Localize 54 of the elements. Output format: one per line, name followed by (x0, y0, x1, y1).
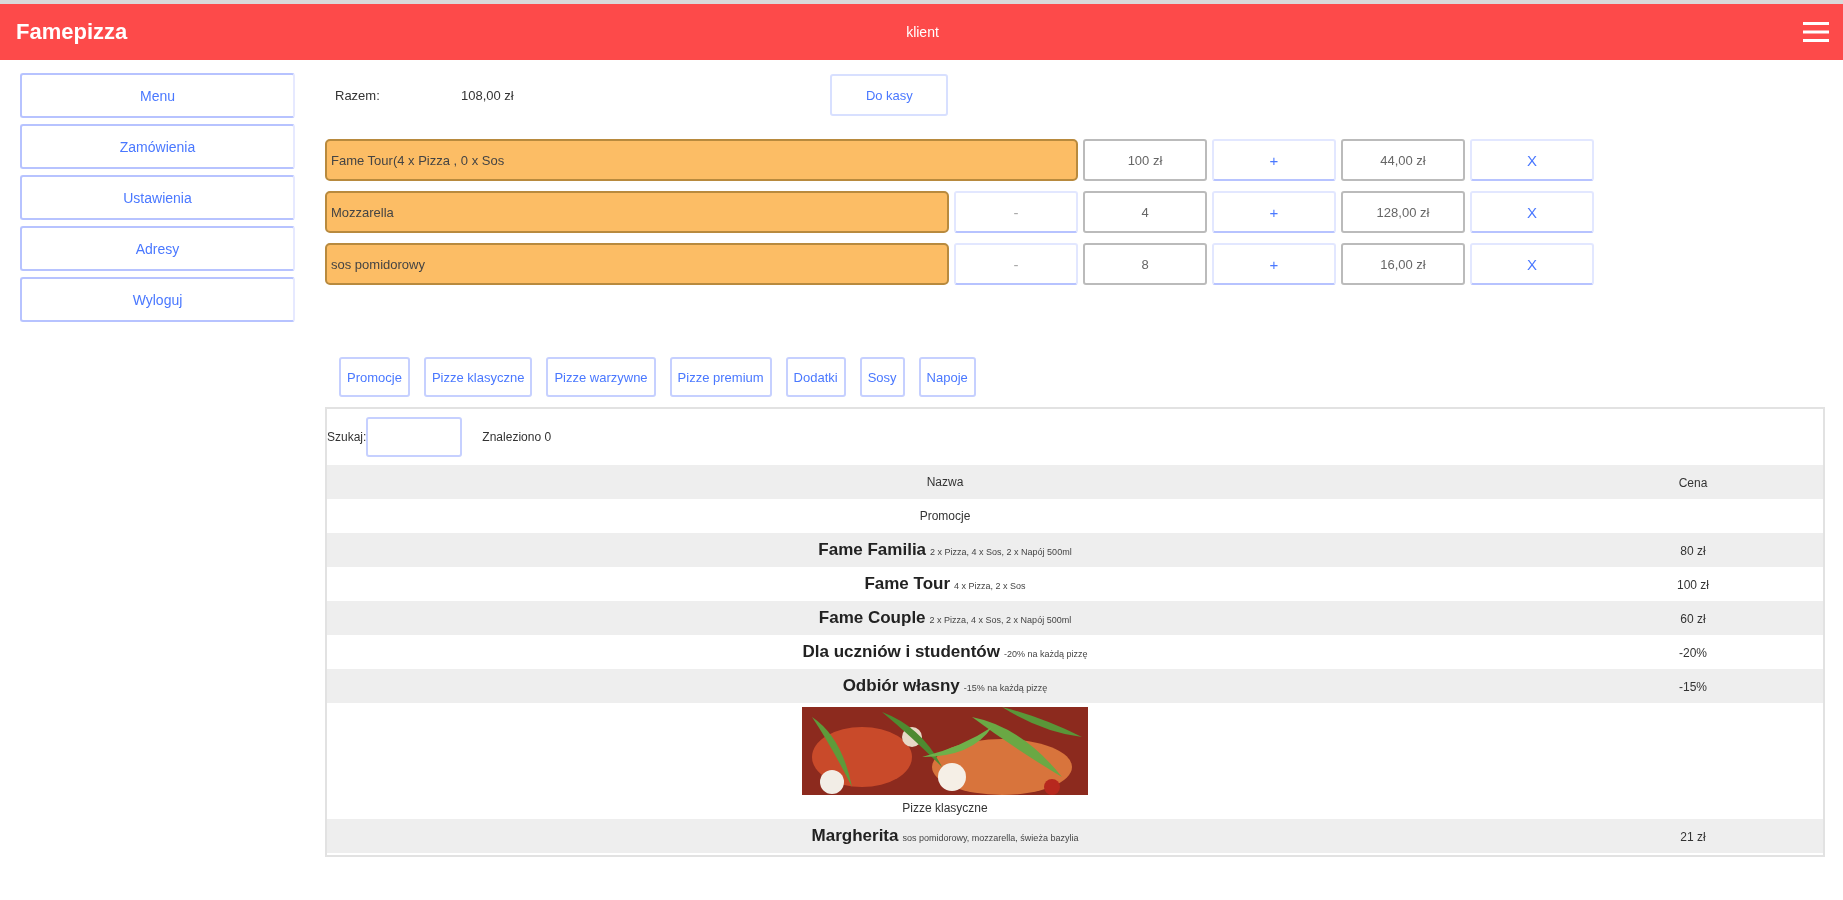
category-button[interactable]: Pizze warzywne (546, 357, 656, 397)
quantity-cell: 100 zł (1083, 139, 1207, 181)
cart-item-name: sos pomidorowy (325, 243, 949, 285)
cart-item-name: Mozzarella (325, 191, 949, 233)
total-label: Razem: (335, 87, 381, 103)
sidebar-item[interactable]: Ustawienia (20, 175, 295, 220)
quantity-cell: 8 (1083, 243, 1207, 285)
item-price: 100 zł (1677, 578, 1709, 592)
item-price: 21 zł (1680, 830, 1706, 844)
remove-button[interactable]: X (1470, 243, 1594, 285)
plus-button[interactable]: + (1212, 243, 1336, 285)
category-button[interactable]: Pizze premium (669, 357, 772, 397)
plus-button[interactable]: + (1212, 139, 1336, 181)
minus-button[interactable]: - (954, 243, 1078, 285)
cart-item-name: Fame Tour(4 x Pizza , 0 x Sos (325, 139, 1078, 181)
dish-name[interactable]: Odbiór własny -15% na każdą pizzę (842, 676, 1048, 696)
dish-name[interactable]: Margherita sos pomidorowy, mozzarella, świeża bazylia (811, 826, 1079, 846)
dish-name[interactable]: Dla uczniów i studentów -20% na każdą pizzę (802, 642, 1088, 662)
section-title: Pizze klasyczne (902, 801, 988, 815)
category-button[interactable]: Promocje (339, 357, 410, 397)
price-cell: 16,00 zł (1341, 243, 1465, 285)
search-label: Szukaj: (327, 430, 367, 444)
remove-button[interactable]: X (1470, 139, 1594, 181)
dish-name[interactable]: Fame Familia 2 x Pizza, 4 x Sos, 2 x Napój 500ml (818, 540, 1072, 560)
quantity-cell: 4 (1083, 191, 1207, 233)
category-button[interactable]: Sosy (859, 357, 905, 397)
section-title: Promocje (919, 509, 971, 523)
search-field[interactable] (366, 417, 463, 457)
sidebar-item[interactable]: Wyloguj (20, 277, 295, 322)
dish-name[interactable]: Fame Tour 4 x Pizza, 2 x Sos (864, 574, 1026, 594)
dish-name[interactable]: Fame Couple 2 x Pizza, 4 x Sos, 2 x Napój 500ml (818, 608, 1072, 628)
app-logo[interactable]: Famepizza (16, 19, 621, 45)
sidebar-item[interactable]: Menu (20, 73, 295, 118)
category-button[interactable]: Pizze klasyczne (423, 357, 533, 397)
item-price: 60 zł (1680, 612, 1706, 626)
plus-button[interactable]: + (1212, 191, 1336, 233)
item-price: -15% (1679, 680, 1707, 694)
checkout-button[interactable]: Do kasy (830, 74, 949, 116)
item-price: 80 zł (1680, 544, 1706, 558)
category-button[interactable]: Napoje (918, 357, 976, 397)
category-button[interactable]: Dodatki (785, 357, 846, 397)
column-header: Nazwa (926, 475, 964, 489)
column-header: Cena (1678, 476, 1708, 490)
sidebar-item[interactable]: Adresy (20, 226, 295, 271)
menu-icon[interactable] (1803, 21, 1829, 43)
total-value: 108,00 zł (461, 87, 514, 103)
minus-button[interactable]: - (954, 191, 1078, 233)
price-cell: 44,00 zł (1341, 139, 1465, 181)
remove-button[interactable]: X (1470, 191, 1594, 233)
sidebar-item[interactable]: Zamówienia (20, 124, 295, 169)
price-cell: 128,00 zł (1341, 191, 1465, 233)
results-count: Znaleziono 0 (482, 430, 552, 444)
user-role: klient (905, 24, 940, 40)
item-price: -20% (1679, 646, 1707, 660)
